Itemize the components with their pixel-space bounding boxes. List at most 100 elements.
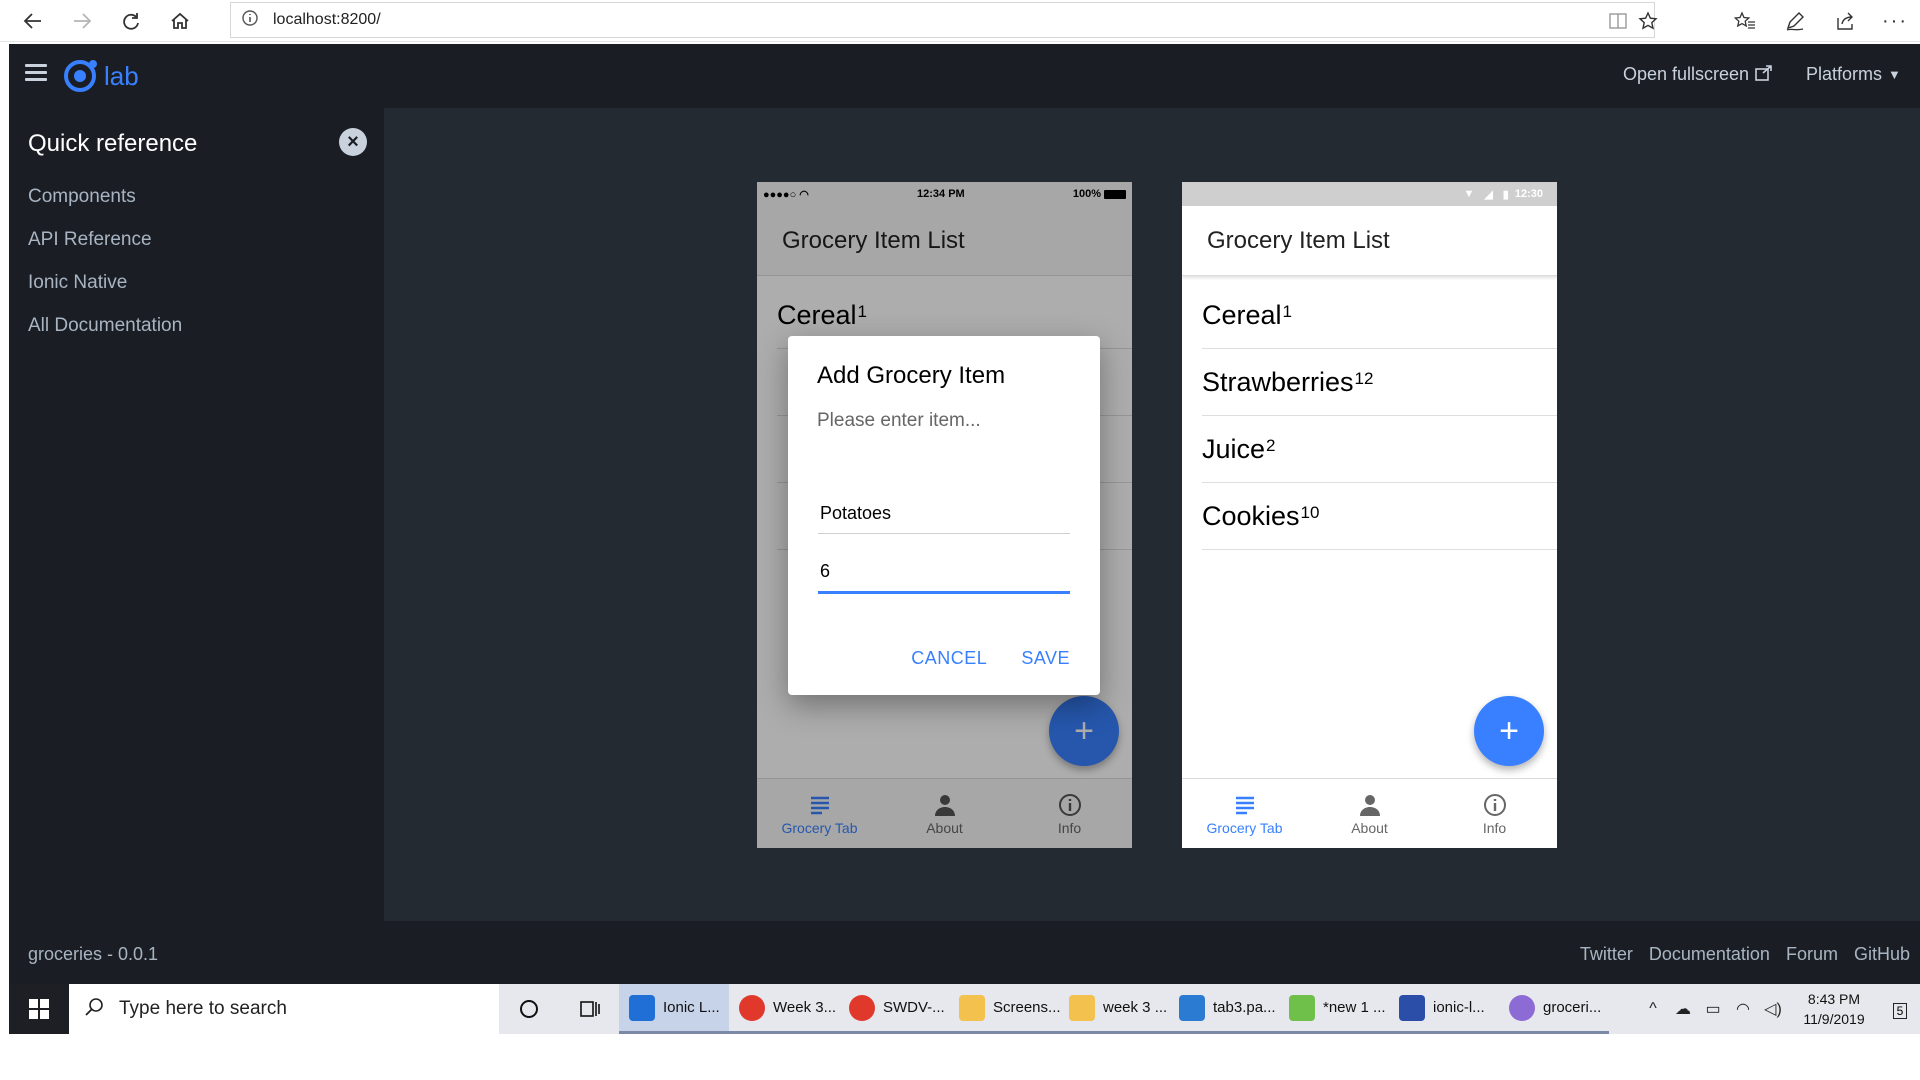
footer-links: Twitter Documentation Forum GitHub	[1564, 944, 1910, 965]
tab-label: Grocery Tab	[1206, 819, 1283, 836]
more-icon[interactable]: ···	[1870, 0, 1920, 42]
back-icon[interactable]	[8, 0, 57, 42]
list-item[interactable]: Juice 2	[1202, 416, 1557, 483]
forward-icon[interactable]	[57, 0, 106, 42]
taskbar-search-box[interactable]: Type here to search	[69, 984, 499, 1034]
taskbar-app-explorer[interactable]: Screens...	[949, 984, 1061, 1034]
lab-header: lab Open fullscreen Platforms ▼	[9, 44, 1920, 108]
sidebar-link-api-reference[interactable]: API Reference	[28, 228, 182, 271]
taskbar-app-powershell[interactable]: ionic-l...	[1389, 984, 1499, 1034]
ios-phone-preview: ●●●●○ ◠ 12:34 PM 100% Grocery Item List …	[757, 182, 1132, 848]
item-quantity: 2	[1266, 436, 1276, 455]
dialog-title: Add Grocery Item	[817, 362, 1006, 389]
taskbar-app-edge[interactable]: Ionic L...	[619, 984, 729, 1034]
platforms-dropdown[interactable]: Platforms ▼	[1806, 64, 1901, 85]
info-icon[interactable]	[241, 9, 259, 32]
md-toolbar-title: Grocery Item List	[1182, 206, 1557, 276]
edge-icon	[629, 994, 655, 1021]
sidebar-link-ionic-native[interactable]: Ionic Native	[28, 271, 182, 314]
footer-link-twitter[interactable]: Twitter	[1580, 944, 1633, 965]
dialog-message: Please enter item...	[817, 410, 981, 431]
paint-icon	[1509, 994, 1535, 1021]
cancel-button[interactable]: CANCEL	[911, 648, 987, 669]
task-label: *new 1 ...	[1323, 999, 1386, 1016]
search-placeholder[interactable]: Type here to search	[119, 998, 287, 1020]
platforms-label[interactable]: Platforms	[1806, 64, 1882, 85]
browser-toolbar: localhost:8200/ ···	[0, 0, 1920, 42]
caret-down-icon: ▼	[1888, 67, 1901, 82]
tab-about[interactable]: About	[1307, 779, 1432, 848]
sidebar-links: Components API Reference Ionic Native Al…	[28, 185, 182, 357]
url-text[interactable]: localhost:8200/	[273, 11, 381, 29]
list-item[interactable]: Strawberries 12	[1202, 349, 1557, 416]
footer-link-github[interactable]: GitHub	[1854, 944, 1910, 965]
footer-link-documentation[interactable]: Documentation	[1649, 944, 1770, 965]
sidebar-link-components[interactable]: Components	[28, 185, 182, 228]
save-button[interactable]: SAVE	[1021, 648, 1070, 669]
list-icon	[1234, 792, 1256, 818]
battery-icon[interactable]: ▭	[1698, 999, 1728, 1019]
ionic-logo-icon	[64, 60, 97, 92]
tab-grocery[interactable]: Grocery Tab	[1182, 779, 1307, 848]
system-tray: ^ ☁ ▭ ◠ ◁) 8:43 PM 11/9/2019 5	[1638, 984, 1920, 1034]
taskbar-clock[interactable]: 8:43 PM 11/9/2019	[1788, 989, 1880, 1029]
item-name: Strawberries	[1202, 366, 1354, 397]
favorite-star-icon[interactable]	[1636, 9, 1660, 33]
footer-link-forum[interactable]: Forum	[1786, 944, 1838, 965]
task-label: Ionic L...	[663, 999, 720, 1016]
taskbar-app-chrome[interactable]: Week 3...	[729, 984, 839, 1034]
share-icon[interactable]	[1820, 0, 1870, 42]
taskbar-app-vscode[interactable]: tab3.pa...	[1169, 984, 1279, 1034]
item-quantity: 1	[1282, 302, 1293, 321]
menu-icon[interactable]	[25, 64, 47, 82]
home-icon[interactable]	[155, 0, 204, 42]
taskbar-app-explorer[interactable]: week 3 ...	[1059, 984, 1169, 1034]
item-name: Cereal	[1202, 299, 1282, 330]
quick-reference-sidebar: Quick reference × Components API Referen…	[9, 108, 384, 921]
wifi-icon[interactable]: ◠	[1728, 999, 1758, 1019]
sidebar-link-all-documentation[interactable]: All Documentation	[28, 314, 182, 357]
folder-icon	[959, 994, 985, 1021]
list-item[interactable]: Cookies 10	[1202, 483, 1557, 550]
cortana-icon[interactable]	[499, 984, 559, 1034]
ionic-lab-logo: lab	[64, 60, 139, 92]
cell-signal-icon: ◢	[1484, 188, 1493, 201]
task-label: SWDV-...	[883, 999, 945, 1016]
info-icon	[1483, 792, 1507, 818]
taskbar-app-chrome[interactable]: SWDV-...	[839, 984, 949, 1034]
open-fullscreen-label[interactable]: Open fullscreen	[1623, 64, 1749, 85]
address-bar[interactable]: localhost:8200/	[230, 2, 1658, 38]
clock-date: 11/9/2019	[1803, 1011, 1865, 1027]
open-fullscreen-link[interactable]: Open fullscreen	[1623, 64, 1773, 85]
favorites-hub-icon[interactable]	[1720, 0, 1770, 42]
item-quantity: 12	[1354, 369, 1374, 388]
taskbar-app-notepad[interactable]: *new 1 ...	[1279, 984, 1389, 1034]
task-view-icon[interactable]	[559, 984, 619, 1034]
pen-icon[interactable]	[1770, 0, 1820, 42]
battery-icon: ▮	[1502, 188, 1509, 201]
item-name-input[interactable]	[818, 494, 1070, 534]
onedrive-icon[interactable]: ☁	[1668, 999, 1698, 1019]
close-icon[interactable]: ×	[339, 128, 367, 156]
task-label: Screens...	[993, 999, 1061, 1016]
clock-time: 8:43 PM	[1807, 991, 1861, 1007]
notepad-icon	[1289, 994, 1315, 1021]
tab-label: Info	[1482, 819, 1507, 836]
tab-info[interactable]: Info	[1432, 779, 1557, 848]
chevron-up-icon[interactable]: ^	[1638, 1000, 1668, 1018]
taskbar-app-paint[interactable]: groceri...	[1499, 984, 1609, 1034]
reading-view-icon[interactable]	[1606, 9, 1630, 33]
task-label: Week 3...	[773, 999, 837, 1016]
task-label: week 3 ...	[1103, 999, 1168, 1016]
chrome-icon	[849, 994, 875, 1021]
md-grocery-list: Cereal 1 Strawberries 12 Juice 2 Cookies 10	[1182, 282, 1557, 550]
list-item[interactable]: Cereal 1	[1202, 282, 1557, 349]
add-item-fab[interactable]: +	[1474, 696, 1544, 766]
lab-footer: groceries - 0.0.1 Twitter Documentation …	[9, 921, 1920, 984]
item-quantity-input[interactable]	[818, 552, 1070, 594]
browser-right-tools: ···	[1720, 0, 1920, 42]
action-center-icon[interactable]: 5	[1880, 999, 1920, 1020]
volume-icon[interactable]: ◁)	[1758, 999, 1788, 1019]
windows-start-icon[interactable]	[9, 984, 69, 1034]
refresh-icon[interactable]	[106, 0, 155, 42]
